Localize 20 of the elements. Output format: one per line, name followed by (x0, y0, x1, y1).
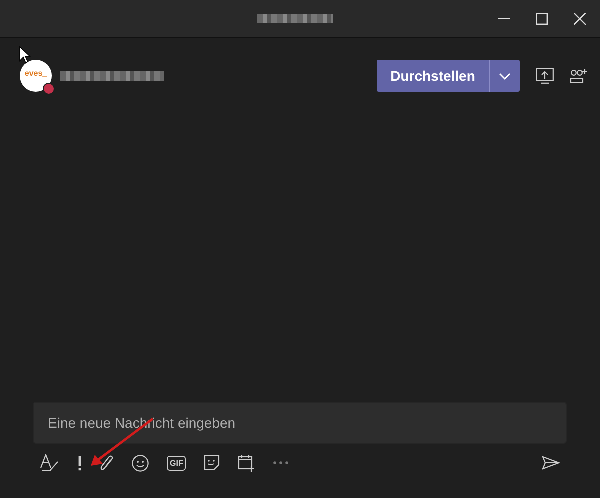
chevron-down-icon (499, 72, 511, 80)
mouse-cursor-icon (19, 46, 31, 64)
avatar-text: eves_ (24, 68, 48, 78)
send-icon[interactable] (542, 456, 560, 470)
add-people-icon[interactable] (570, 68, 588, 84)
dropdown-button[interactable] (489, 60, 520, 92)
maximize-icon[interactable] (536, 13, 548, 25)
paperclip-icon[interactable] (100, 454, 114, 472)
emoji-icon[interactable] (132, 454, 149, 472)
avatar[interactable]: eves_ (20, 60, 52, 92)
sticker-icon[interactable] (204, 455, 220, 471)
more-options-icon[interactable] (273, 461, 290, 465)
format-icon[interactable] (40, 454, 60, 472)
exclamation-icon[interactable] (78, 456, 82, 470)
close-icon[interactable] (574, 13, 586, 25)
gif-button[interactable]: GIF (167, 456, 186, 470)
calendar-icon[interactable] (238, 454, 256, 472)
minimize-icon[interactable] (498, 18, 510, 20)
call-button[interactable]: Durchstellen (377, 60, 489, 92)
share-screen-icon[interactable] (536, 68, 554, 84)
